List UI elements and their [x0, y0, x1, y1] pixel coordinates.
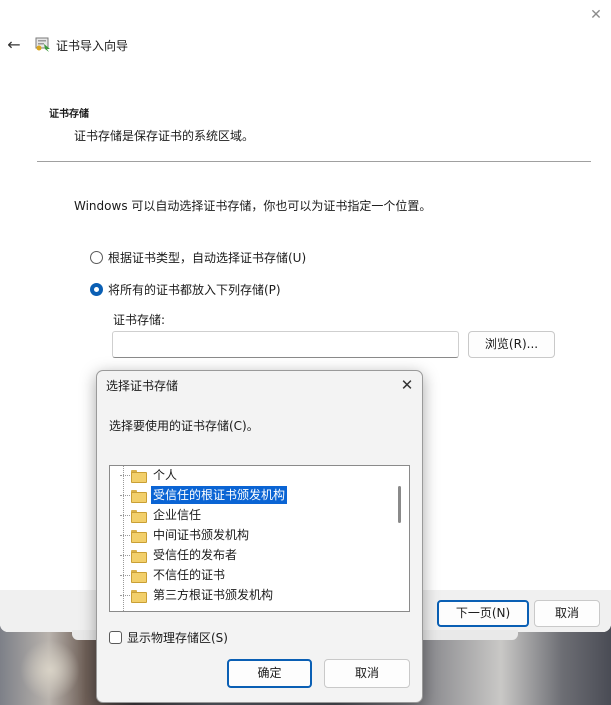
certificate-wizard-icon	[35, 37, 50, 52]
radio-manual-select[interactable]: 将所有的证书都放入下列存储(P)	[90, 281, 281, 298]
intro-text: Windows 可以自动选择证书存储，你也可以为证书指定一个位置。	[74, 199, 432, 213]
tree-item-label: 个人	[153, 468, 178, 482]
next-button[interactable]: 下一页(N)	[437, 600, 529, 627]
tree-scrollbar-thumb[interactable]	[398, 486, 401, 523]
folder-icon	[131, 509, 147, 523]
tree-item-enterprise-trust[interactable]: 企业信任	[120, 505, 203, 525]
dialog-close-icon[interactable]: ✕	[397, 375, 417, 395]
store-input[interactable]	[112, 331, 459, 358]
tree-item-intermediate-ca[interactable]: 中间证书颁发机构	[120, 525, 251, 545]
close-icon[interactable]: ✕	[586, 5, 606, 25]
folder-icon	[131, 549, 147, 563]
tree-item-label: 受信任的发布者	[153, 548, 238, 562]
show-physical-stores[interactable]: 显示物理存储区(S)	[109, 629, 228, 646]
show-physical-checkbox[interactable]	[109, 631, 122, 644]
tree-item-trusted-root[interactable]: 受信任的根证书颁发机构	[120, 485, 288, 505]
tree-item-label: 受信任的根证书颁发机构	[151, 486, 288, 504]
show-physical-label: 显示物理存储区(S)	[127, 631, 228, 645]
radio-auto-indicator[interactable]	[90, 251, 103, 264]
tree-item-personal[interactable]: 个人	[120, 466, 179, 485]
back-arrow-icon[interactable]: ←	[4, 35, 24, 55]
folder-icon	[131, 589, 147, 603]
ok-button[interactable]: 确定	[227, 659, 312, 688]
radio-manual-label: 将所有的证书都放入下列存储(P)	[108, 283, 281, 297]
tree-item-trusted-publishers[interactable]: 受信任的发布者	[120, 545, 239, 565]
radio-manual-indicator[interactable]	[90, 283, 103, 296]
tree-item-label: 中间证书颁发机构	[153, 528, 250, 542]
dialog-title: 选择证书存储	[106, 379, 179, 393]
wizard-cancel-button[interactable]: 取消	[534, 600, 600, 627]
folder-icon	[131, 469, 147, 483]
section-description: 证书存储是保存证书的系统区域。	[74, 129, 255, 143]
browse-button[interactable]: 浏览(R)...	[468, 331, 555, 358]
tree-item-label: 不信任的证书	[153, 568, 226, 582]
folder-icon	[131, 569, 147, 583]
store-label: 证书存储:	[113, 313, 166, 327]
folder-icon	[131, 489, 147, 503]
tree-item-untrusted[interactable]: 不信任的证书	[120, 565, 227, 585]
dialog-cancel-button[interactable]: 取消	[324, 659, 410, 688]
section-title: 证书存储	[49, 109, 89, 120]
radio-auto-label: 根据证书类型，自动选择证书存储(U)	[108, 251, 307, 265]
wizard-title: 证书导入向导	[56, 39, 129, 53]
folder-icon	[131, 529, 147, 543]
tree-item-label: 企业信任	[153, 508, 202, 522]
radio-auto-select[interactable]: 根据证书类型，自动选择证书存储(U)	[90, 249, 306, 266]
tree-item-label: 第三方根证书颁发机构	[153, 588, 274, 602]
select-store-dialog: 选择证书存储 ✕ 选择要使用的证书存储(C)。 个人 受信任的根证书颁发机构 企…	[96, 370, 423, 703]
dialog-prompt: 选择要使用的证书存储(C)。	[109, 419, 259, 433]
tree-item-third-party-root[interactable]: 第三方根证书颁发机构	[120, 585, 275, 605]
store-tree[interactable]: 个人 受信任的根证书颁发机构 企业信任 中间证书颁发机构 受信任的发布者 不信任…	[109, 465, 410, 612]
header-divider	[37, 161, 591, 162]
